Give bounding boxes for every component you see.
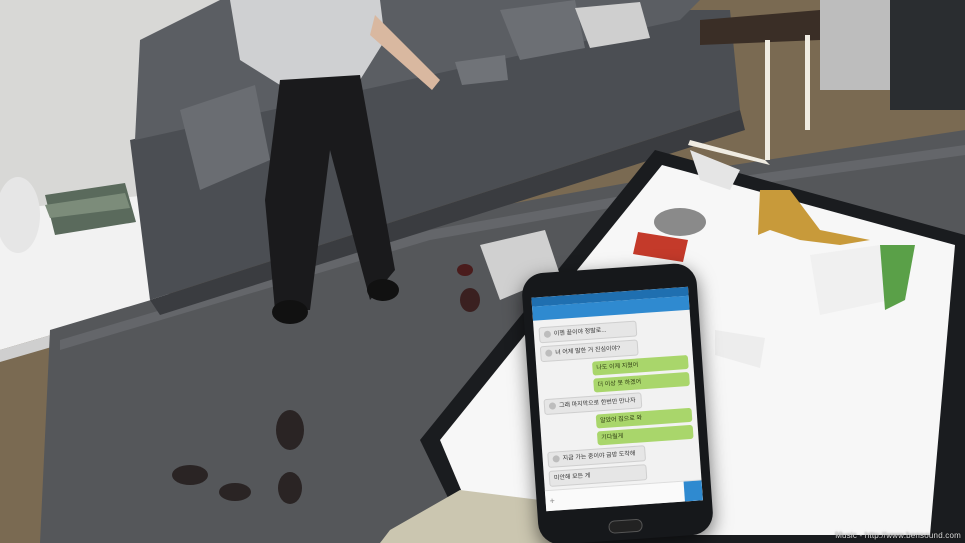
- send-button[interactable]: [683, 480, 703, 502]
- curtain: [820, 0, 890, 90]
- room-background: [0, 0, 965, 543]
- chat-message: 더 이상 못 하겠어: [593, 372, 690, 393]
- avatar: [545, 349, 553, 357]
- game-scene: 이젠 끝이야 정말로... 너 어제 말한 거 진심이야? 나도 이제 지쳤어 …: [0, 0, 965, 543]
- avatar: [552, 455, 560, 463]
- chat-thread[interactable]: 이젠 끝이야 정말로... 너 어제 말한 거 진심이야? 나도 이제 지쳤어 …: [533, 310, 702, 495]
- smartphone[interactable]: 이젠 끝이야 정말로... 너 어제 말한 거 진심이야? 나도 이제 지쳤어 …: [520, 262, 715, 543]
- music-credit: Music - http://www.bensound.com: [835, 531, 961, 540]
- bloody-footprint: [172, 465, 208, 485]
- home-button[interactable]: [608, 518, 643, 534]
- avatar: [548, 402, 557, 410]
- ashtray: [654, 208, 706, 236]
- man-shoe: [272, 300, 308, 324]
- avatar: [543, 330, 552, 338]
- window: [890, 0, 965, 110]
- phone-screen[interactable]: 이젠 끝이야 정말로... 너 어제 말한 거 진심이야? 나도 이제 지쳤어 …: [531, 286, 703, 512]
- chat-message: 기다릴게: [596, 425, 694, 446]
- plus-icon[interactable]: +: [549, 496, 555, 506]
